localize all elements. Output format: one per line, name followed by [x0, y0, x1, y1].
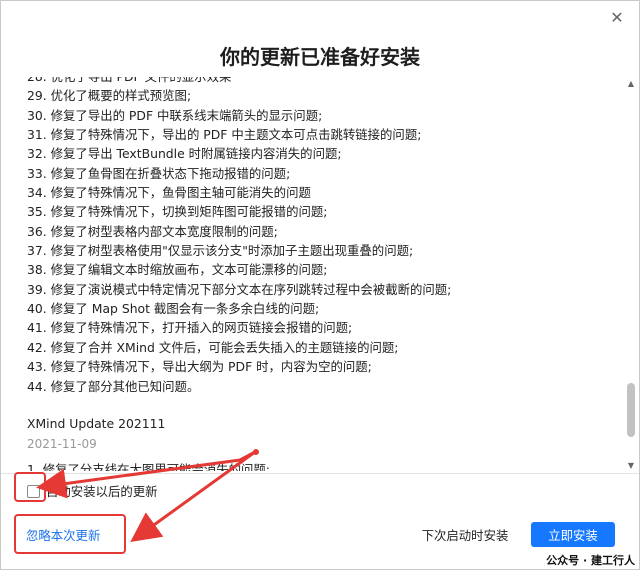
install-now-button[interactable]: 立即安装 — [531, 522, 615, 547]
auto-install-option[interactable]: 自动安装以后的更新 — [27, 482, 158, 500]
release-note-list: 29. 优化了概要的样式预览图; 30. 修复了导出的 PDF 中联系线末端箭头的… — [27, 86, 611, 396]
scroll-up-icon[interactable]: ▲ — [625, 77, 637, 89]
release-note-item: 29. 优化了概要的样式预览图; — [27, 88, 192, 104]
version-title: XMind Update 202111 — [27, 415, 166, 431]
release-note-item: 41. 修复了特殊情况下，打开插入的网页链接会报错的问题; — [27, 320, 353, 336]
release-note-item: 36. 修复了树型表格内部文本宽度限制的问题; — [27, 223, 278, 239]
release-note-item: 30. 修复了导出的 PDF 中联系线末端箭头的显示问题; — [27, 107, 323, 123]
release-note-item: 34. 修复了特殊情况下，鱼骨图主轴可能消失的问题 — [27, 185, 311, 201]
release-note-item: 42. 修复了合并 XMind 文件后，可能会丢失插入的主题链接的问题; — [27, 339, 399, 355]
release-notes: 28. 优化了导出 PDF 文件的显示效果 29. 优化了概要的样式预览图; 30… — [27, 77, 611, 471]
release-notes-panel[interactable]: 28. 优化了导出 PDF 文件的显示效果 29. 优化了概要的样式预览图; 30… — [13, 77, 625, 471]
release-note-item: 32. 修复了导出 TextBundle 时附属链接内容消失的问题; — [27, 146, 342, 162]
highlight-box-ignore — [14, 514, 126, 554]
release-note-item: 38. 修复了编辑文本时缩放画布，文本可能漂移的问题; — [27, 262, 328, 278]
close-button[interactable]: ✕ — [605, 5, 629, 29]
scrollbar[interactable]: ▲ ▼ — [625, 77, 637, 471]
release-note-item: 39. 修复了演说模式中特定情况下部分文本在序列跳转过程中会被截断的问题; — [27, 281, 452, 297]
release-note-item: 44. 修复了部分其他已知问题。 — [27, 378, 200, 394]
footer-divider — [1, 473, 639, 474]
scroll-thumb[interactable] — [627, 383, 635, 437]
update-dialog: ✕ 你的更新已准备好安装 28. 优化了导出 PDF 文件的显示效果 29. 优… — [0, 0, 640, 570]
note-line-partial: 1. 修复了分支线在大图里可能会消失的问题; — [27, 461, 270, 471]
release-note-item: 40. 修复了 Map Shot 截图会有一条多余白线的问题; — [27, 301, 320, 317]
release-note-item: 31. 修复了特殊情况下，导出的 PDF 中主题文本可点击跳转链接的问题; — [27, 127, 422, 143]
release-note-item: 43. 修复了特殊情况下，导出大纲为 PDF 时，内容为空的问题; — [27, 359, 372, 375]
close-icon: ✕ — [610, 7, 624, 27]
scroll-down-icon[interactable]: ▼ — [625, 459, 637, 471]
dialog-title: 你的更新已准备好安装 — [220, 45, 420, 69]
release-note-item: 33. 修复了鱼骨图在折叠状态下拖动报错的问题; — [27, 165, 291, 181]
auto-install-label: 自动安装以后的更新 — [46, 484, 158, 499]
install-later-button[interactable]: 下次启动时安装 — [411, 523, 519, 547]
release-note-item: 37. 修复了树型表格使用"仅显示该分支"时添加子主题出现重叠的问题; — [27, 243, 414, 259]
watermark: 公众号 · 建工行人 — [531, 551, 639, 569]
release-note-item: 35. 修复了特殊情况下，切换到矩阵图可能报错的问题; — [27, 204, 328, 220]
highlight-box-checkbox — [14, 472, 46, 502]
note-line-cut: 28. 优化了导出 PDF 文件的显示效果 — [27, 77, 611, 86]
version-date: 2021-11-09 — [27, 436, 97, 451]
